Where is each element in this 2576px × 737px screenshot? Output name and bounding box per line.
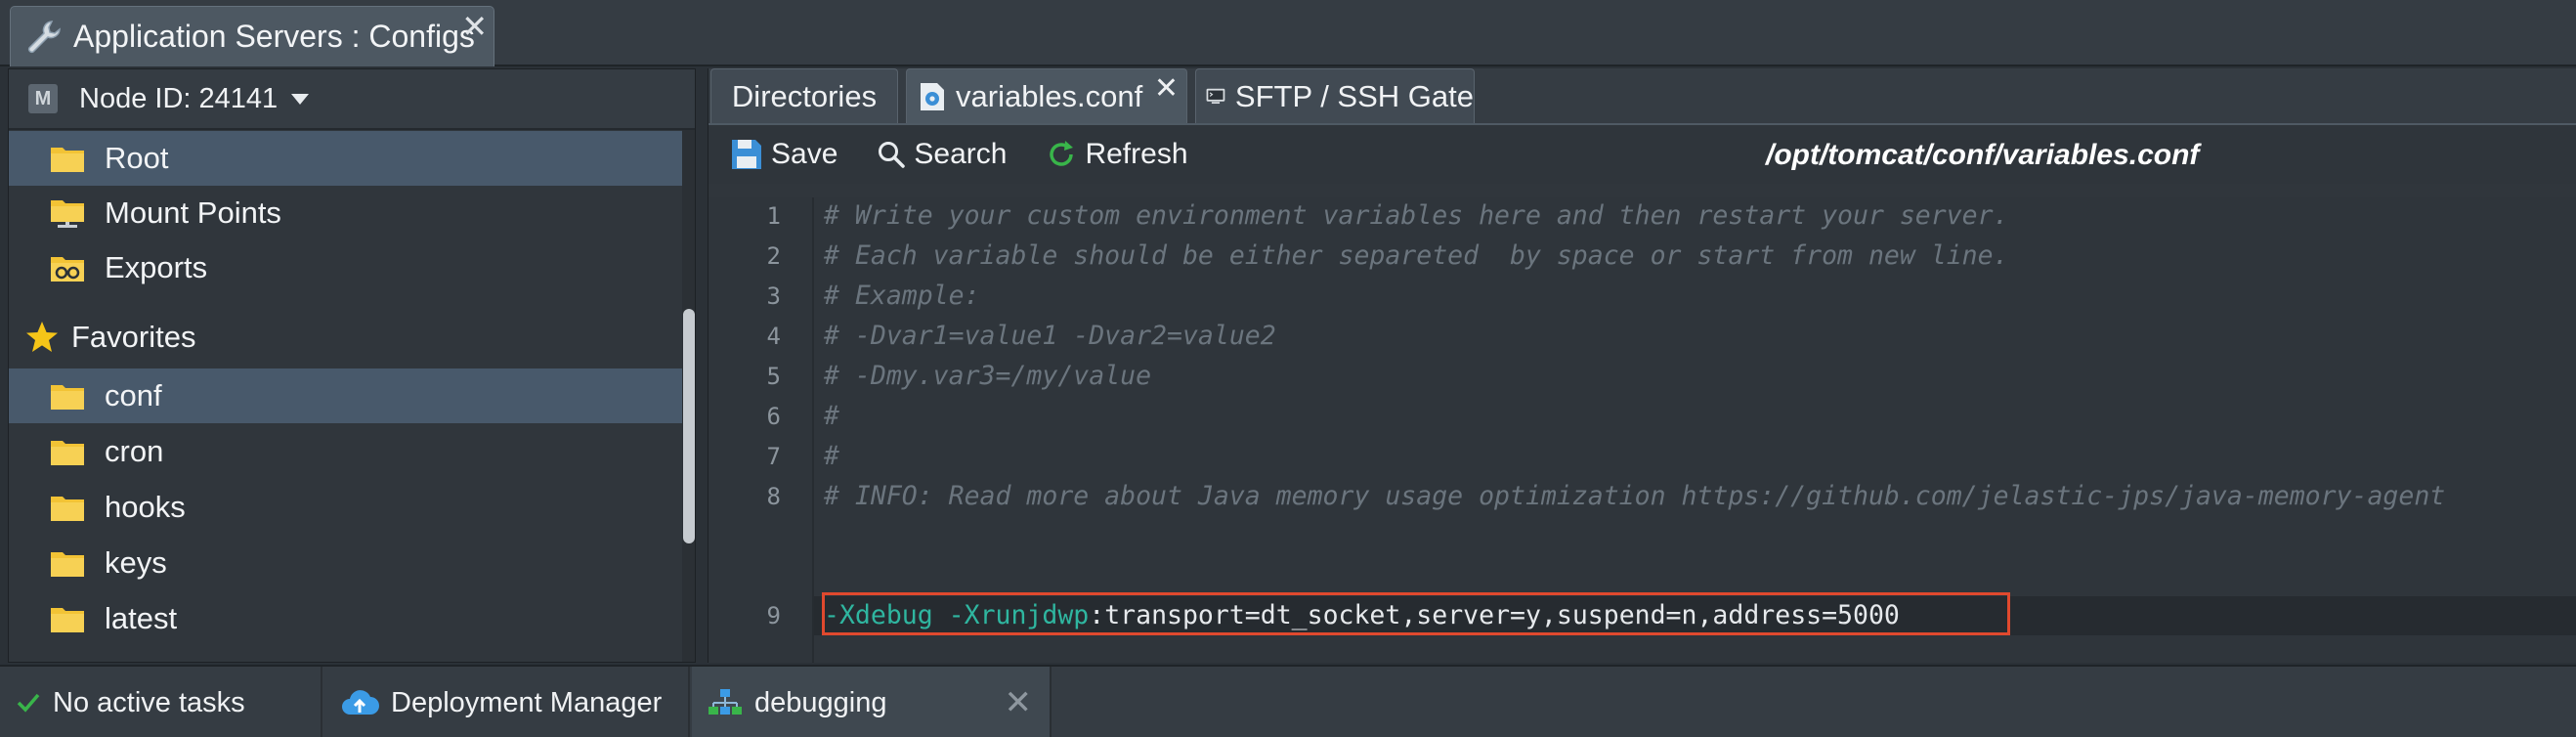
tab-directories[interactable]: Directories <box>710 68 898 123</box>
favorite-item-keys[interactable]: keys <box>9 536 695 590</box>
code-line: # Write your custom environment variable… <box>824 200 2009 231</box>
terminal-icon <box>1206 88 1225 104</box>
tasks-label: No active tasks <box>53 686 245 718</box>
favorite-item-label: keys <box>105 545 167 580</box>
favorite-item-partial[interactable] <box>9 647 695 663</box>
save-label: Save <box>771 138 838 170</box>
line-number: 9 <box>766 602 781 629</box>
config-file-icon <box>921 82 944 110</box>
node-id-label: Node ID: 24141 <box>79 82 279 114</box>
favorite-item-conf[interactable]: conf <box>9 368 695 423</box>
code-editor[interactable]: 1 2 3 4 5 6 7 8 9 # Write your custom en… <box>708 197 2576 663</box>
mount-points-icon <box>51 200 84 228</box>
line-number: 5 <box>766 363 781 390</box>
favorites-header[interactable]: Favorites <box>9 310 695 365</box>
tab-sftp-ssh-gate[interactable]: SFTP / SSH Gate <box>1195 68 1475 123</box>
window-tab-configs[interactable]: Application Servers : Configs ✕ <box>10 6 494 66</box>
folder-icon <box>51 148 84 172</box>
topology-icon <box>708 689 742 715</box>
line-number: 6 <box>766 403 781 430</box>
master-node-icon: M <box>28 84 58 113</box>
tree-item-root[interactable]: Root <box>9 131 695 186</box>
close-icon[interactable]: ✕ <box>1005 683 1033 722</box>
folder-icon <box>51 552 84 577</box>
refresh-label: Refresh <box>1085 138 1188 170</box>
favorite-item-hooks[interactable]: hooks <box>9 480 695 535</box>
save-button[interactable]: Save <box>730 138 837 171</box>
tab-label: Directories <box>731 78 878 113</box>
cloud-upload-icon <box>342 690 379 715</box>
tab-variables-conf[interactable]: variables.conf ✕ <box>906 68 1187 123</box>
wrench-icon <box>27 20 61 53</box>
status-bar: No active tasks Deployment Manager debug… <box>0 665 2576 737</box>
favorite-item-label: cron <box>105 434 164 468</box>
scrollbar-thumb[interactable] <box>683 309 695 543</box>
code-line: # INFO: Read more about Java memory usag… <box>824 481 2446 511</box>
favorite-item-latest[interactable]: latest <box>9 591 695 646</box>
window-title: Application Servers : Configs <box>73 19 475 54</box>
file-tree-panel: M Node ID: 24141 Root Mount Points Expor… <box>8 68 696 663</box>
favorite-item-label: hooks <box>105 490 186 524</box>
line-number: 4 <box>766 323 781 350</box>
folder-icon <box>51 385 84 410</box>
favorite-item-label: conf <box>105 378 162 412</box>
folder-icon <box>51 608 84 632</box>
line-number: 2 <box>766 242 781 270</box>
editor-panel: Directories variables.conf ✕ SFTP / SSH … <box>708 68 2576 663</box>
line-number: 1 <box>766 202 781 230</box>
line-number: 8 <box>766 483 781 510</box>
file-path: /opt/tomcat/conf/variables.conf <box>1766 139 2200 171</box>
tree-item-label: Mount Points <box>105 195 281 230</box>
code-line: # Each variable should be either separet… <box>824 240 2009 271</box>
debug-label: debugging <box>754 686 887 718</box>
highlight-annotation-box <box>822 592 2010 635</box>
code-line: # <box>824 441 839 471</box>
floppy-disk-icon <box>732 140 761 169</box>
tree-item-label: Root <box>105 141 169 175</box>
deployment-label: Deployment Manager <box>391 686 663 718</box>
code-line: # Example: <box>824 281 980 311</box>
tab-label: SFTP / SSH Gate <box>1234 78 1474 113</box>
refresh-button[interactable]: Refresh <box>1046 138 1188 171</box>
code-line: # <box>824 401 839 431</box>
tasks-status[interactable]: No active tasks <box>0 667 322 737</box>
favorite-item-cron[interactable]: cron <box>9 424 695 479</box>
tab-label: variables.conf <box>956 78 1143 113</box>
exports-icon <box>51 257 84 282</box>
window-tab-bar: Application Servers : Configs ✕ <box>0 0 2576 66</box>
editor-toolbar: Save Search Refresh /opt/tomcat/conf/var… <box>708 123 2576 184</box>
node-selector[interactable]: M Node ID: 24141 <box>9 69 695 130</box>
refresh-icon <box>1050 141 1074 166</box>
search-label: Search <box>914 138 1008 170</box>
editor-tab-bar: Directories variables.conf ✕ SFTP / SSH … <box>708 68 2576 123</box>
tree-item-label: Exports <box>105 250 208 284</box>
code-line: # -Dvar1=value1 -Dvar2=value2 <box>824 321 1276 351</box>
close-icon[interactable]: ✕ <box>461 11 488 42</box>
folder-icon <box>50 660 85 663</box>
search-icon <box>879 142 906 168</box>
code-line: # -Dmy.var3=/my/value <box>824 361 1152 391</box>
line-number: 3 <box>766 282 781 310</box>
search-button[interactable]: Search <box>877 138 1007 171</box>
line-number: 7 <box>766 443 781 470</box>
favorites-label: Favorites <box>71 320 196 354</box>
close-icon[interactable]: ✕ <box>1154 71 1179 106</box>
tree-item-mount-points[interactable]: Mount Points <box>9 186 695 240</box>
tree-item-exports[interactable]: Exports <box>9 240 695 295</box>
deployment-manager-button[interactable]: Deployment Manager <box>324 667 690 737</box>
folder-icon <box>51 441 84 465</box>
star-icon <box>26 322 58 352</box>
line-number-gutter: 1 2 3 4 5 6 7 8 9 <box>708 197 814 663</box>
favorite-item-label: latest <box>105 601 178 635</box>
debugging-environment-tab[interactable]: debugging ✕ <box>692 667 1052 737</box>
checkmark-icon <box>17 693 40 713</box>
folder-icon <box>51 497 84 521</box>
chevron-down-icon[interactable] <box>291 93 310 105</box>
